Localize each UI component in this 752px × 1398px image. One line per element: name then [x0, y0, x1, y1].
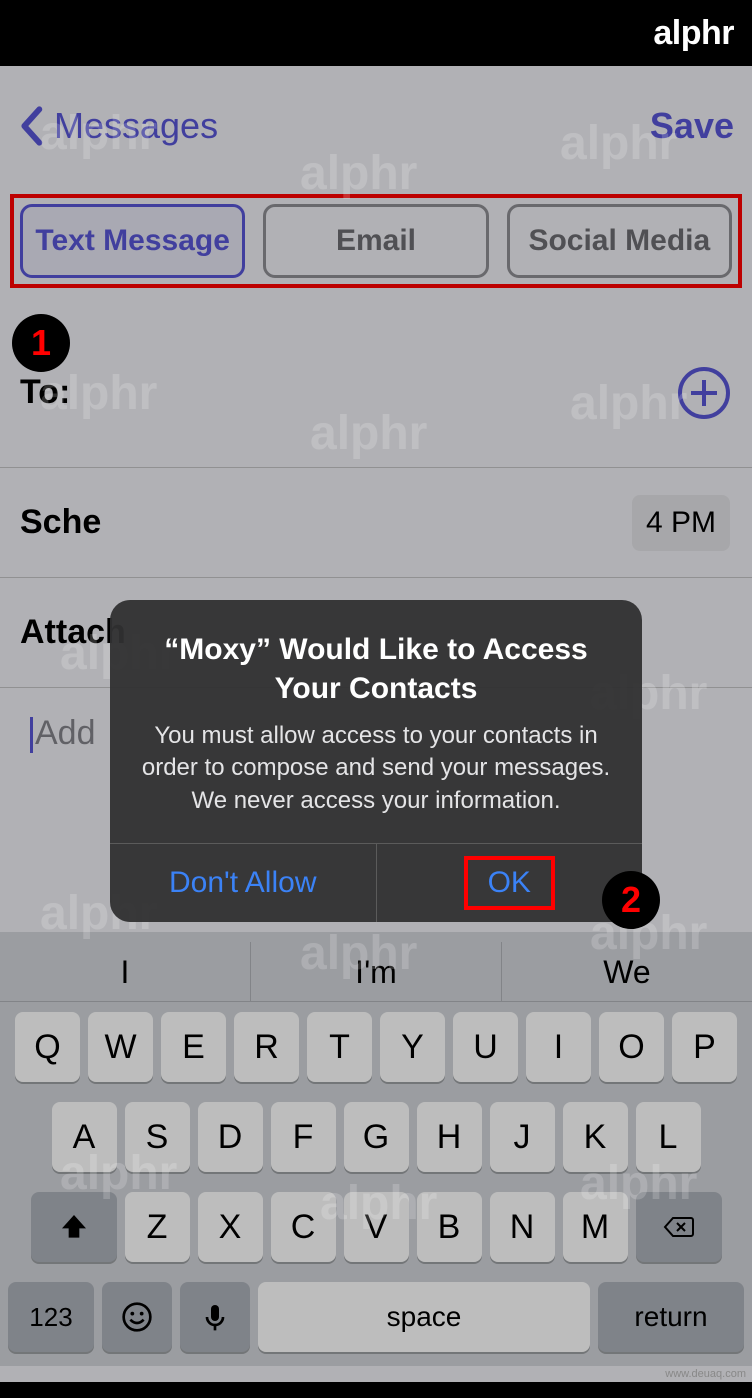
key-row-4: 123 space return: [0, 1272, 752, 1366]
key-q[interactable]: Q: [15, 1012, 80, 1082]
key-d[interactable]: D: [198, 1102, 263, 1172]
key-y[interactable]: Y: [380, 1012, 445, 1082]
message-type-tabs: Text Message Email Social Media: [10, 194, 742, 288]
tab-email[interactable]: Email: [263, 204, 488, 278]
suggestion-1[interactable]: I: [0, 942, 251, 1001]
key-shift[interactable]: [31, 1192, 117, 1262]
key-row-1: Q W E R T Y U I O P: [0, 1002, 752, 1092]
key-k[interactable]: K: [563, 1102, 628, 1172]
back-button[interactable]: Messages: [18, 105, 218, 147]
tab-text-message[interactable]: Text Message: [20, 204, 245, 278]
save-button[interactable]: Save: [650, 105, 734, 147]
tab-social-media[interactable]: Social Media: [507, 204, 732, 278]
key-z[interactable]: Z: [125, 1192, 190, 1262]
article-header: alphr: [0, 0, 752, 66]
permission-alert: “Moxy” Would Like to Access Your Contact…: [110, 600, 642, 922]
key-s[interactable]: S: [125, 1102, 190, 1172]
key-i[interactable]: I: [526, 1012, 591, 1082]
key-w[interactable]: W: [88, 1012, 153, 1082]
key-space[interactable]: space: [258, 1282, 590, 1352]
text-cursor: [30, 717, 33, 753]
key-emoji[interactable]: [102, 1282, 172, 1352]
key-a[interactable]: A: [52, 1102, 117, 1172]
key-u[interactable]: U: [453, 1012, 518, 1082]
alert-dont-allow-button[interactable]: Don't Allow: [110, 844, 377, 922]
keyboard: I I'm We Q W E R T Y U I O P A S D F G H…: [0, 932, 752, 1366]
back-label: Messages: [54, 105, 218, 147]
key-g[interactable]: G: [344, 1102, 409, 1172]
alert-title: “Moxy” Would Like to Access Your Contact…: [138, 630, 614, 708]
schedule-value: 4 PM: [632, 495, 730, 551]
suggestion-bar: I I'm We: [0, 942, 752, 1002]
key-return[interactable]: return: [598, 1282, 744, 1352]
key-backspace[interactable]: [636, 1192, 722, 1262]
alert-buttons: Don't Allow OK: [110, 843, 642, 922]
image-credit: www.deuaq.com: [665, 1368, 746, 1380]
key-o[interactable]: O: [599, 1012, 664, 1082]
key-l[interactable]: L: [636, 1102, 701, 1172]
backspace-icon: [663, 1211, 695, 1243]
schedule-label: Sche: [20, 503, 101, 542]
key-numbers[interactable]: 123: [8, 1282, 94, 1352]
annotation-step-2: 2: [602, 871, 660, 929]
alert-ok-button[interactable]: OK: [377, 844, 643, 922]
key-c[interactable]: C: [271, 1192, 336, 1262]
key-t[interactable]: T: [307, 1012, 372, 1082]
schedule-row[interactable]: Sche 4 PM: [0, 468, 752, 578]
mic-icon: [199, 1301, 231, 1333]
nav-bar: Messages Save: [0, 66, 752, 186]
to-field-row: To:: [0, 318, 752, 468]
alert-message: You must allow access to your contacts i…: [138, 720, 614, 817]
key-j[interactable]: J: [490, 1102, 555, 1172]
alert-body: “Moxy” Would Like to Access Your Contact…: [110, 600, 642, 843]
key-row-2: A S D F G H J K L: [0, 1092, 752, 1182]
suggestion-3[interactable]: We: [502, 942, 752, 1001]
suggestion-2[interactable]: I'm: [251, 942, 502, 1001]
emoji-icon: [121, 1301, 153, 1333]
key-p[interactable]: P: [672, 1012, 737, 1082]
key-v[interactable]: V: [344, 1192, 409, 1262]
phone-screen: Messages Save Text Message Email Social …: [0, 66, 752, 1382]
key-m[interactable]: M: [563, 1192, 628, 1262]
annotation-step-1: 1: [12, 314, 70, 372]
key-h[interactable]: H: [417, 1102, 482, 1172]
chevron-left-icon: [18, 106, 44, 146]
shift-icon: [58, 1211, 90, 1243]
key-n[interactable]: N: [490, 1192, 555, 1262]
ok-highlight: OK: [464, 856, 555, 910]
to-label: To:: [20, 373, 70, 412]
alphr-logo: alphr: [653, 14, 734, 53]
compose-placeholder: Add: [35, 714, 96, 752]
key-b[interactable]: B: [417, 1192, 482, 1262]
key-x[interactable]: X: [198, 1192, 263, 1262]
add-recipient-button[interactable]: [678, 367, 730, 419]
key-e[interactable]: E: [161, 1012, 226, 1082]
key-row-3: Z X C V B N M: [0, 1182, 752, 1272]
key-dictation[interactable]: [180, 1282, 250, 1352]
key-f[interactable]: F: [271, 1102, 336, 1172]
key-r[interactable]: R: [234, 1012, 299, 1082]
